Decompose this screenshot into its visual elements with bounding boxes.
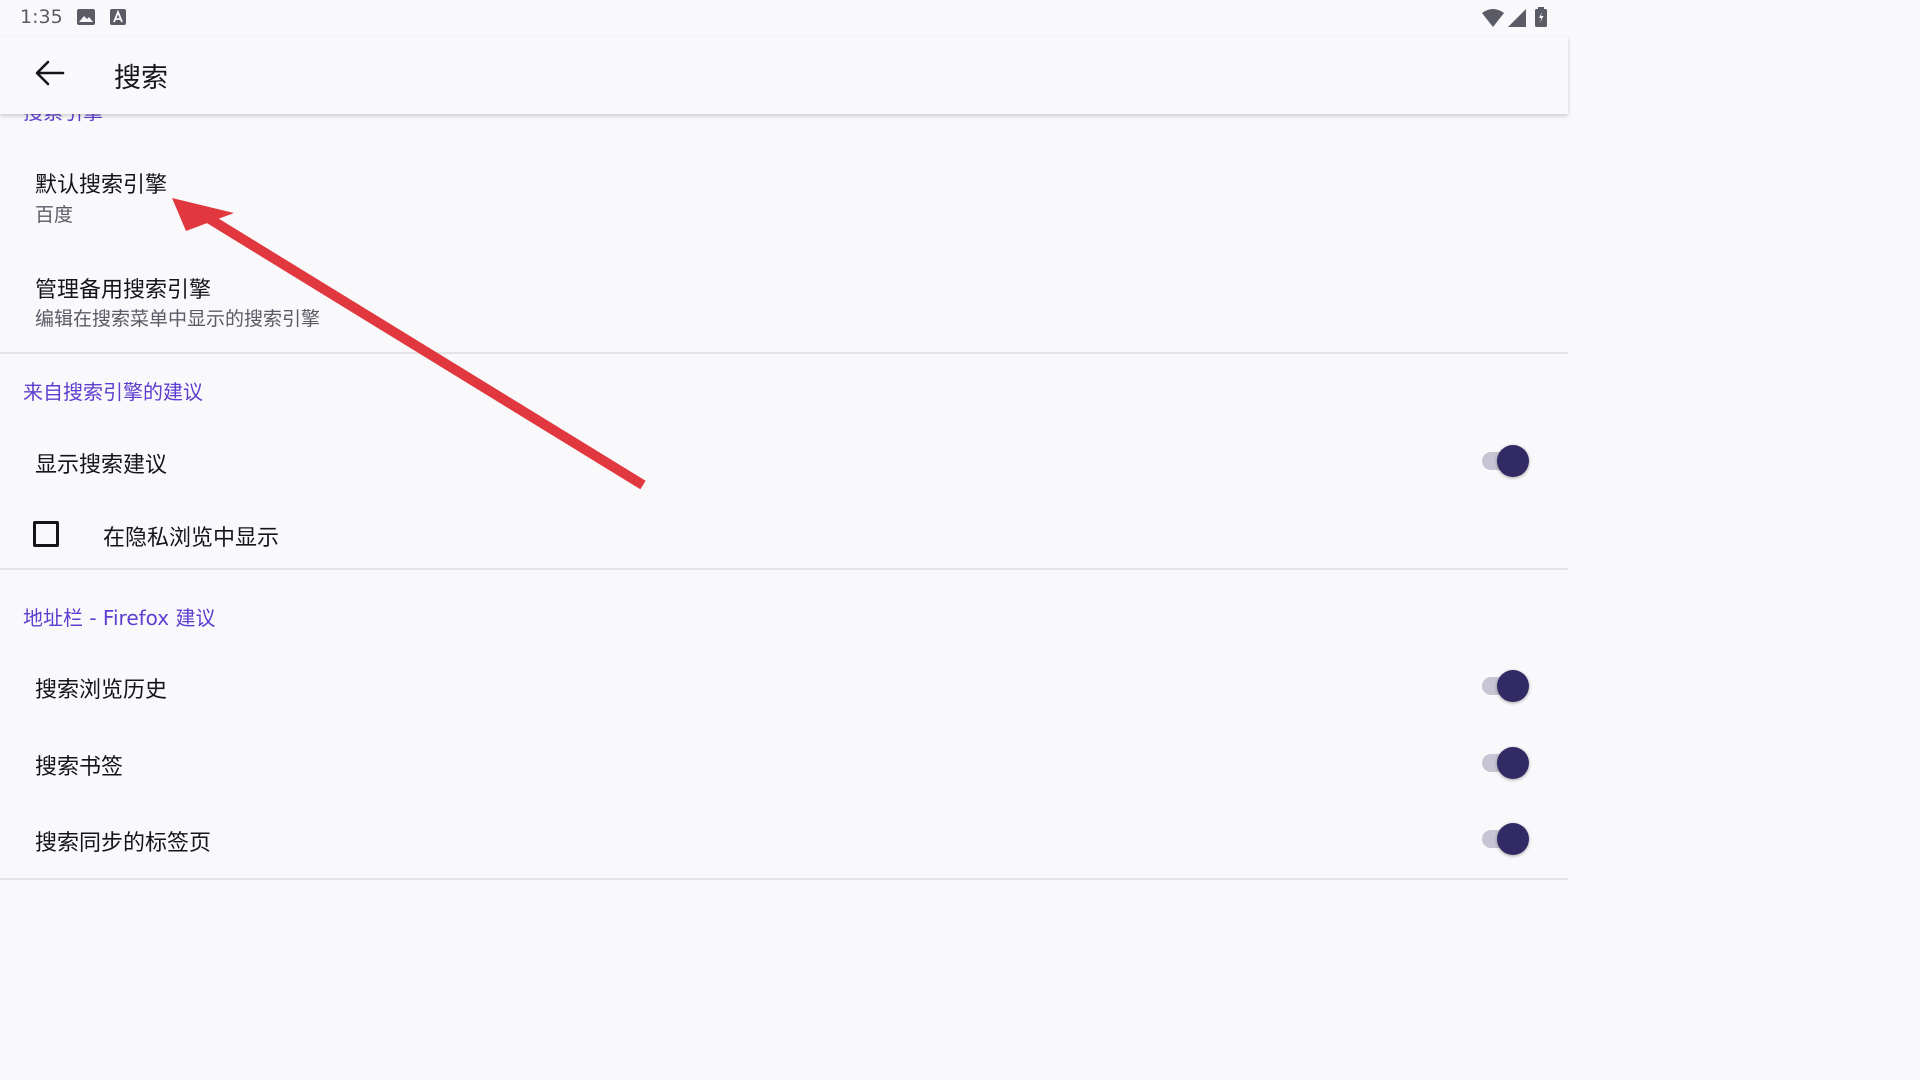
settings-list[interactable]: 搜索引擎 默认搜索引擎 百度 管理备用搜索引擎 编辑在搜索菜单中显示的搜索引擎 …: [0, 114, 1568, 882]
arrow-left-icon: [35, 60, 65, 90]
search-bookmarks-label: 搜索书签: [35, 755, 124, 780]
divider: [0, 352, 1568, 354]
search-bookmarks-item[interactable]: [0, 726, 1568, 800]
private-browsing-checkbox[interactable]: [33, 521, 59, 547]
search-bookmarks-switch[interactable]: [1480, 747, 1530, 779]
image-icon: [77, 9, 95, 29]
search-synced-tabs-switch[interactable]: [1480, 823, 1530, 855]
search-synced-tabs-label: 搜索同步的标签页: [35, 831, 212, 856]
show-suggestions-item[interactable]: [0, 424, 1568, 498]
a-icon: [110, 9, 126, 29]
default-search-engine-item[interactable]: [0, 146, 1568, 246]
switch-thumb: [1497, 445, 1529, 477]
back-button[interactable]: [24, 51, 76, 99]
divider: [0, 878, 1568, 880]
search-history-label: 搜索浏览历史: [35, 678, 168, 703]
wifi-icon: [1482, 9, 1504, 31]
search-history-item[interactable]: [0, 650, 1568, 724]
manage-alt-engines-title: 管理备用搜索引擎: [35, 278, 212, 303]
section-header-suggestions: 来自搜索引擎的建议: [23, 380, 203, 404]
search-synced-tabs-item[interactable]: [0, 802, 1568, 876]
manage-alt-engines-summary: 编辑在搜索菜单中显示的搜索引擎: [35, 308, 321, 330]
signal-icon: [1508, 9, 1526, 31]
app-bar: 搜索: [0, 36, 1568, 114]
battery-icon: [1535, 7, 1547, 31]
private-browsing-label: 在隐私浏览中显示: [103, 526, 280, 551]
status-bar: 1:35: [0, 0, 1568, 36]
show-suggestions-label: 显示搜索建议: [35, 453, 168, 478]
divider: [0, 568, 1568, 570]
manage-alt-engines-item[interactable]: [0, 254, 1568, 350]
status-time: 1:35: [20, 6, 63, 28]
page-title: 搜索: [114, 63, 168, 94]
default-search-engine-title: 默认搜索引擎: [35, 173, 168, 198]
default-search-engine-summary: 百度: [35, 204, 74, 226]
section-header-address-bar: 地址栏 - Firefox 建议: [23, 606, 216, 630]
search-history-switch[interactable]: [1480, 670, 1530, 702]
switch-thumb: [1497, 823, 1529, 855]
show-suggestions-switch[interactable]: [1480, 445, 1530, 477]
switch-thumb: [1497, 747, 1529, 779]
switch-thumb: [1497, 670, 1529, 702]
section-header-search-engine: 搜索引擎: [23, 114, 103, 125]
